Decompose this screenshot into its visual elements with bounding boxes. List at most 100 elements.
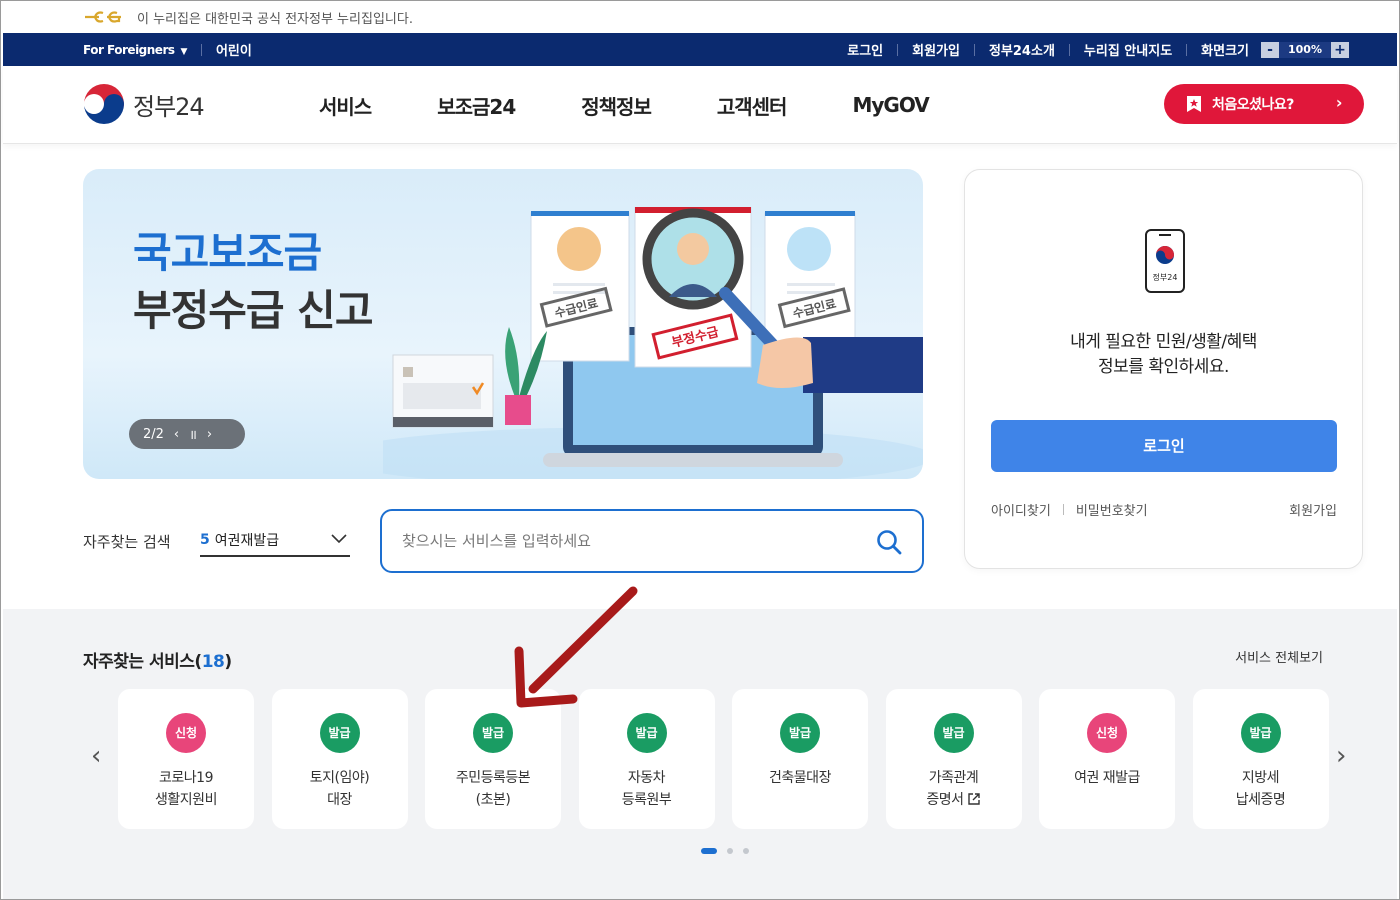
nav-item-services[interactable]: 서비스	[319, 91, 372, 120]
hero-banner[interactable]: 국고보조금 부정수급 신고 수급인료 수급인료 부정수급 2/2 ‹ ॥ ›	[83, 169, 923, 479]
hero-title-line1: 국고보조금	[133, 228, 322, 277]
service-label: 건축물대장	[732, 767, 868, 789]
divider	[1186, 43, 1188, 56]
service-label-line2: 납세증명	[1193, 789, 1329, 811]
find-id-link[interactable]: 아이디찾기	[991, 500, 1051, 519]
service-badge: 발급	[933, 713, 974, 753]
hero-pager: 2/2 ‹ ॥ ›	[129, 419, 245, 449]
kids-link[interactable]: 어린이	[216, 40, 252, 59]
taegeuk-logo-icon	[84, 84, 124, 124]
egov-logo-icon	[85, 11, 121, 23]
join-link[interactable]: 회원가입	[1289, 500, 1337, 519]
phone-icon-text: 정부24	[1153, 272, 1178, 282]
divider	[200, 43, 202, 56]
service-card[interactable]: 발급가족관계증명서	[885, 689, 1022, 829]
sitemap-link[interactable]: 누리집 안내지도	[1084, 40, 1172, 59]
service-label-line2: 대장	[272, 789, 408, 811]
zoom-out-button[interactable]: -	[1261, 41, 1279, 58]
service-label: 코로나19 생활지원비	[118, 767, 254, 811]
caret-down-icon: ▼	[180, 46, 188, 57]
frequent-services-title: 자주찾는 서비스(18)	[83, 647, 232, 672]
nav-item-policy[interactable]: 정책정보	[581, 91, 652, 120]
chevron-left-icon[interactable]: ‹	[91, 741, 101, 771]
service-label-line2: (초본)	[425, 789, 561, 811]
official-site-banner: 이 누리집은 대한민국 공식 전자정부 누리집입니다.	[1, 1, 1399, 33]
login-message-line1: 내게 필요한 민원/생활/혜택	[1070, 332, 1257, 352]
login-link[interactable]: 로그인	[847, 40, 883, 59]
service-label-line1: 여권 재발급	[1074, 770, 1140, 786]
divider	[1062, 504, 1064, 515]
logo-text: 정부24	[133, 92, 205, 121]
frequent-search-term: 여권재발급	[214, 533, 280, 549]
carousel-pagination	[701, 848, 759, 854]
search-box	[380, 509, 924, 573]
first-visit-label: 처음오셨나요?	[1212, 97, 1294, 113]
service-label-line1: 가족관계	[928, 770, 979, 786]
pause-icon[interactable]: ॥	[189, 425, 197, 443]
service-label-line2-text: 생활지원비	[155, 792, 217, 808]
service-badge: 신청	[1087, 713, 1127, 753]
first-visit-button[interactable]: 처음오셨나요? ›	[1164, 84, 1364, 124]
service-label: 지방세 납세증명	[1193, 767, 1329, 811]
zoom-control: - 100% +	[1261, 41, 1349, 58]
divider	[897, 43, 899, 56]
service-label-line2-text: 증명서	[926, 792, 964, 808]
search-input[interactable]	[402, 527, 862, 555]
count-paren-close: )	[224, 652, 232, 672]
language-select[interactable]: For Foreigners ▼	[83, 43, 187, 57]
section-title-text: 자주찾는 서비스	[83, 652, 195, 672]
search-icon[interactable]	[876, 529, 902, 555]
carousel-dot[interactable]	[701, 848, 717, 854]
service-card[interactable]: 신청여권 재발급	[1039, 689, 1175, 829]
hero-title-line2: 부정수급 신고	[133, 286, 373, 335]
chevron-left-icon[interactable]: ‹	[174, 427, 179, 442]
utility-bar: For Foreigners ▼ 어린이 로그인 회원가입 정부24소개 누리집 …	[3, 33, 1397, 66]
chevron-right-icon[interactable]: ›	[1336, 741, 1346, 771]
service-card-list: 신청 코로나19 생활지원비 발급 토지(임야) 대장 발급 주민등록등본 (초본) 발급 자동차 등…	[118, 689, 1346, 829]
frequent-search-label: 자주찾는 검색	[83, 533, 171, 551]
service-label-line2-text: (초본)	[475, 792, 511, 808]
service-label: 여권 재발급	[1039, 767, 1175, 789]
carousel-dot[interactable]	[743, 848, 749, 854]
login-panel: 정부24 내게 필요한 민원/생활/혜택 정보를 확인하세요. 로그인 아이디찾…	[964, 169, 1363, 569]
main-header: 정부24 서비스 보조금24 정책정보 고객센터 MyGOV 처음오셨나요? ›	[3, 66, 1397, 144]
service-label-line2-text: 납세증명	[1235, 792, 1286, 808]
service-label-line1: 토지(임야)	[309, 770, 370, 786]
service-card[interactable]: 발급건축물대장	[732, 689, 868, 829]
gov24-logo[interactable]: 정부24	[83, 83, 205, 125]
service-badge: 발급	[780, 713, 820, 753]
service-card[interactable]: 발급지방세 납세증명	[1192, 689, 1329, 829]
service-label-line1: 건축물대장	[769, 770, 831, 786]
nav-item-customer-center[interactable]: 고객센터	[717, 91, 788, 120]
service-badge: 발급	[626, 713, 667, 753]
service-label: 가족관계증명서	[886, 767, 1022, 811]
zoom-in-button[interactable]: +	[1331, 41, 1349, 58]
carousel-dot[interactable]	[727, 848, 733, 854]
service-label: 자동차 등록원부	[579, 767, 715, 811]
view-all-services-link[interactable]: 서비스 전체보기	[1235, 647, 1323, 666]
mobile-gov24-icon: 정부24	[1145, 229, 1185, 293]
service-card[interactable]: 신청 코로나19 생활지원비	[118, 689, 254, 829]
frequent-search-select[interactable]: 5 여권재발급	[200, 525, 350, 557]
login-message-line2: 정보를 확인하세요.	[1098, 357, 1229, 377]
service-label-line2-text: 대장	[327, 792, 352, 808]
find-password-link[interactable]: 비밀번호찾기	[1076, 500, 1148, 519]
login-button[interactable]: 로그인	[991, 420, 1337, 472]
join-link[interactable]: 회원가입	[912, 40, 960, 59]
nav-item-subsidy24[interactable]: 보조금24	[437, 91, 516, 120]
service-badge: 발급	[1240, 713, 1281, 753]
nav-item-mygov[interactable]: MyGOV	[852, 93, 929, 117]
service-label-line2: 증명서	[886, 789, 1022, 811]
divider	[1068, 43, 1070, 56]
service-label-line2: 생활지원비	[118, 789, 254, 811]
service-badge: 발급	[473, 713, 513, 753]
bookmark-star-icon	[1187, 96, 1201, 112]
fraud-report-illustration: 수급인료 수급인료 부정수급	[383, 207, 923, 479]
service-label-line1: 자동차	[627, 770, 666, 786]
about-gov24-link[interactable]: 정부24소개	[989, 40, 1055, 59]
main-nav: 서비스 보조금24 정책정보 고객센터 MyGOV	[319, 66, 995, 144]
count-paren-open: (	[194, 652, 202, 672]
service-card[interactable]: 발급 토지(임야) 대장	[271, 689, 408, 829]
chevron-right-icon[interactable]: ›	[207, 427, 212, 442]
screen-size-label: 화면크기	[1201, 44, 1249, 59]
